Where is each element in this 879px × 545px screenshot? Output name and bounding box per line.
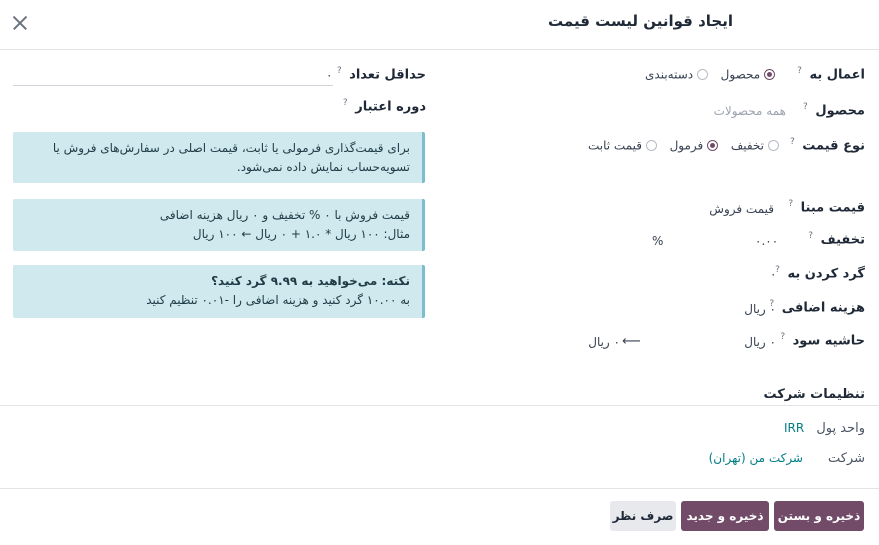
discount-label: تخفیف ? (808, 231, 865, 248)
price-type-label: نوع قیمت ? (789, 137, 865, 154)
validity-label: دوره اعتبار ? (342, 98, 426, 115)
base-price-select[interactable]: قیمت فروش (709, 202, 774, 216)
radio-price-formula-label[interactable]: فرمول (670, 139, 704, 153)
product-input[interactable]: همه محصولات (714, 104, 786, 118)
tip-alert: نکته: می‌خواهید به ۹.۹۹ گرد کنید؟ به ۱۰.… (13, 265, 425, 318)
radio-price-discount-label[interactable]: تخفیف (731, 139, 764, 153)
alert-text: به ۱۰.۰۰ گرد کنید و هزینه اضافی را -۰.۰۱… (146, 293, 410, 307)
round-to-input[interactable]: ۰ (770, 267, 776, 281)
base-price-label: قیمت مبنا ? (788, 199, 865, 216)
help-icon[interactable]: ? (803, 102, 808, 112)
company-label: شرکت (827, 451, 865, 466)
save-new-button[interactable]: ذخیره و جدید (681, 501, 769, 531)
help-icon[interactable]: ? (808, 231, 813, 241)
round-to-label: گرد کردن به ? (775, 265, 865, 282)
help-icon[interactable]: ? (790, 137, 795, 147)
product-label: محصول ? (803, 102, 865, 119)
radio-apply-category-label[interactable]: دسته‌بندی (645, 68, 693, 82)
margin-label: حاشیه سود ? (780, 332, 865, 349)
discard-button[interactable]: صرف نظر (610, 501, 676, 531)
header-divider (0, 49, 879, 50)
close-icon[interactable] (10, 13, 30, 33)
alert-text: برای قیمت‌گذاری فرمولی یا ثابت، قیمت اصل… (52, 141, 410, 155)
alert-text: تسویه‌حساب نمایش داده نمی‌شود. (236, 160, 410, 174)
discount-input[interactable]: ۰.۰۰ (755, 234, 778, 248)
min-qty-underline (13, 85, 333, 86)
radio-apply-product-label[interactable]: محصول (721, 68, 761, 82)
company-link[interactable]: شرکت من (تهران) (709, 451, 803, 465)
help-icon[interactable]: ? (343, 98, 348, 108)
radio-price-fixed-label[interactable]: قیمت ثابت (588, 139, 642, 153)
help-icon[interactable]: ? (780, 332, 785, 342)
alert-text: مثال: ۱۰۰ ریال * ۱.۰ + ۰ ریال ← ۱۰۰ ریال (192, 227, 410, 241)
formula-info-alert: برای قیمت‌گذاری فرمولی یا ثابت، قیمت اصل… (13, 132, 425, 183)
radio-apply-category[interactable] (697, 69, 709, 80)
dialog-title: ایجاد قوانین لیست قیمت (548, 12, 733, 30)
discount-unit: % (652, 234, 664, 248)
radio-price-discount[interactable] (768, 140, 780, 151)
margin-max-input[interactable]: ۰ ریال (588, 335, 620, 349)
radio-price-fixed[interactable] (646, 140, 658, 151)
currency-label: واحد پول (816, 421, 865, 436)
radio-apply-product[interactable] (764, 69, 776, 80)
margin-min-input[interactable]: ۰ ریال (744, 335, 776, 349)
company-settings-title: تنظیمات شرکت (763, 387, 865, 402)
arrow-icon: ⟵ (622, 334, 641, 349)
help-icon[interactable]: ? (337, 66, 342, 76)
price-type-radio-group: تخفیف فرمول قیمت ثابت (588, 138, 780, 153)
alert-text: قیمت فروش با ۰ % تخفیف و ۰ ریال هزینه اض… (159, 208, 410, 222)
min-qty-label: حداقل تعداد ? (336, 66, 426, 83)
apply-on-label: اعمال به ? (797, 66, 865, 83)
section-divider (0, 405, 879, 406)
alert-title: نکته: می‌خواهید به ۹.۹۹ گرد کنید؟ (211, 274, 410, 288)
extra-fee-label: هزینه اضافی ? (769, 299, 865, 316)
footer-divider (0, 488, 879, 489)
extra-fee-input[interactable]: ۰ ریال (744, 302, 776, 316)
save-close-button[interactable]: ذخیره و بستن (774, 501, 864, 531)
radio-price-formula[interactable] (707, 140, 719, 151)
min-qty-input[interactable]: ۰ (326, 68, 332, 82)
help-icon[interactable]: ? (797, 66, 802, 76)
example-alert: قیمت فروش با ۰ % تخفیف و ۰ ریال هزینه اض… (13, 199, 425, 251)
help-icon[interactable]: ? (788, 199, 793, 209)
apply-on-radio-group: محصول دسته‌بندی (645, 67, 776, 82)
currency-link[interactable]: IRR (784, 421, 804, 435)
